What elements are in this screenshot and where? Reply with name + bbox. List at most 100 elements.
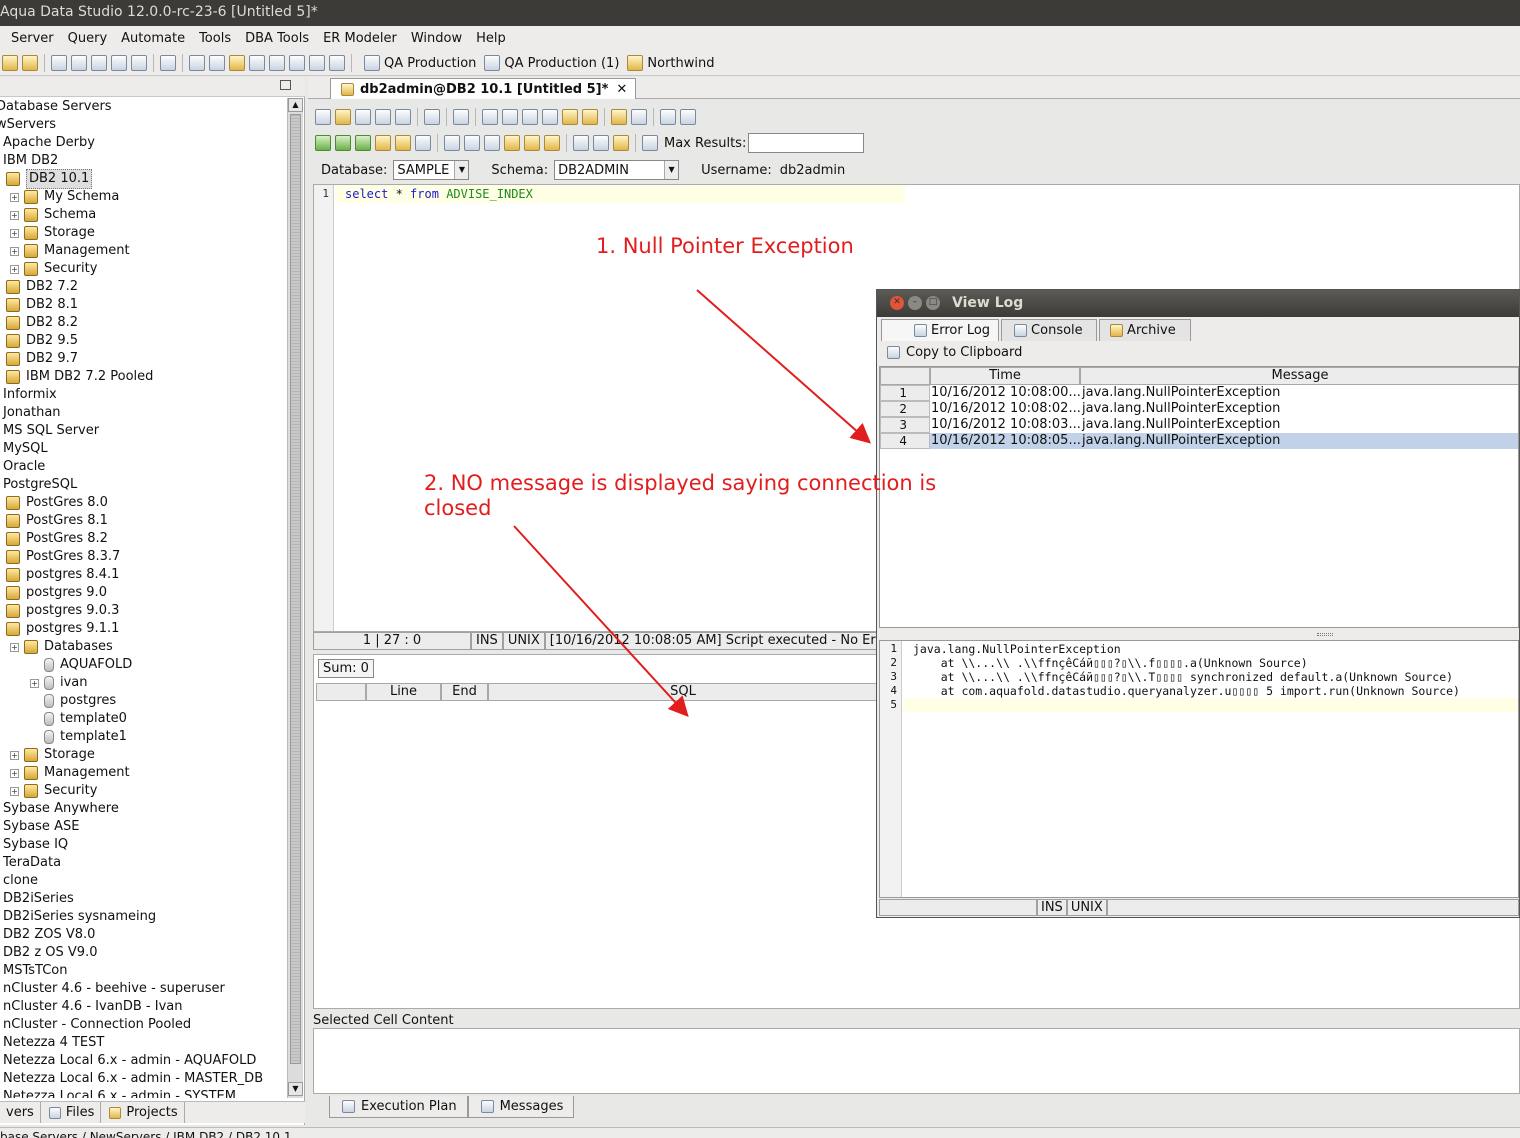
report-icon[interactable]	[329, 55, 345, 71]
tree-item[interactable]: + Security	[10, 260, 97, 278]
menu-help[interactable]: Help	[476, 31, 506, 46]
tab-console[interactable]: Console	[1001, 319, 1098, 341]
tree-item[interactable]: IBM DB2	[0, 152, 58, 170]
menu-query[interactable]: Query	[68, 31, 108, 46]
tree-item[interactable]: + ivan	[30, 674, 88, 692]
menu-window[interactable]: Window	[411, 31, 462, 46]
tree-item[interactable]: DB2 7.2	[6, 278, 78, 296]
tree-item[interactable]: nCluster - Connection Pooled	[0, 1016, 191, 1034]
save-as-icon[interactable]	[375, 109, 391, 125]
tree-item[interactable]: PostGres 8.3.7	[6, 548, 120, 566]
column-header[interactable]	[316, 683, 366, 701]
tab-archive[interactable]: Archive	[1099, 319, 1192, 341]
tree-item[interactable]: postgres 9.1.1	[6, 620, 119, 638]
close-icon[interactable]: ✕	[890, 296, 904, 310]
tree-item[interactable]: postgres 8.4.1	[6, 566, 119, 584]
close-tab-icon[interactable]: ✕	[616, 82, 627, 97]
column-header-time[interactable]: Time	[930, 367, 1080, 385]
table-row[interactable]: 3 10/16/2012 10:08:03... java.lang.NullPoi…	[880, 417, 1518, 433]
copy-to-clipboard-button[interactable]: Copy to Clipboard	[885, 345, 1022, 360]
tree-item[interactable]: Database Servers	[0, 98, 112, 116]
tree-item[interactable]: Netezza 4 TEST	[0, 1034, 104, 1052]
expand-icon[interactable]: +	[30, 678, 39, 688]
menu-er-modeler[interactable]: ER Modeler	[323, 31, 397, 46]
query-window-icon[interactable]	[51, 55, 67, 71]
layout-icon[interactable]	[189, 55, 205, 71]
cut-icon[interactable]	[502, 109, 518, 125]
tab-execution-plan[interactable]: Execution Plan	[329, 1096, 468, 1118]
register-server-icon[interactable]	[2, 55, 18, 71]
table-icon[interactable]	[249, 55, 265, 71]
expand-icon[interactable]: +	[10, 786, 19, 796]
auto-commit-icon[interactable]	[444, 135, 460, 151]
column-header-end[interactable]: End	[441, 683, 488, 701]
tab-error-log[interactable]: Error Log	[881, 319, 1000, 341]
menu-server[interactable]: Server	[11, 31, 54, 46]
menu-automate[interactable]: Automate	[121, 31, 185, 46]
tab-files[interactable]: Files	[41, 1102, 102, 1123]
tree-item[interactable]: MS SQL Server	[0, 422, 99, 440]
expand-icon[interactable]: +	[10, 768, 19, 778]
expand-icon[interactable]: +	[10, 228, 19, 238]
code-line[interactable]: select * from ADVISE_INDEX	[335, 185, 905, 203]
table-row[interactable]: 4 10/16/2012 10:08:05... java.lang.NullPoi…	[880, 433, 1518, 449]
tree-item[interactable]: IBM DB2 7.2 Pooled	[6, 368, 153, 386]
max-results-input[interactable]	[748, 133, 865, 153]
tree-item[interactable]: DB2iSeries sysnameing	[0, 908, 156, 926]
stack-trace-view[interactable]: 12345 java.lang.NullPointerException at …	[879, 640, 1519, 898]
schema-select[interactable]: DB2ADMIN ▼	[554, 160, 680, 180]
undo-icon[interactable]	[562, 109, 578, 125]
schema-icon[interactable]	[269, 55, 285, 71]
tab-projects[interactable]: Projects	[101, 1102, 185, 1123]
tree-item[interactable]: Netezza Local 6.x - admin - AQUAFOLD	[0, 1052, 256, 1070]
document-tab[interactable]: db2admin@DB2 10.1 [Untitled 5]* ✕	[330, 78, 637, 99]
replace-icon[interactable]	[631, 109, 647, 125]
save-all-icon[interactable]	[131, 55, 147, 71]
tree-item[interactable]: Netezza Local 6.x - admin - SYSTEM	[0, 1088, 236, 1098]
minimize-icon[interactable]: –	[908, 296, 922, 310]
scroll-up-icon[interactable]: ▲	[288, 98, 303, 112]
form-icon[interactable]	[289, 55, 305, 71]
tree-item[interactable]: DB2 9.7	[6, 350, 78, 368]
tree-item[interactable]: DB2 z OS V9.0	[0, 944, 97, 962]
scroll-down-icon[interactable]: ▼	[288, 1082, 303, 1096]
parameters-icon[interactable]	[642, 135, 658, 151]
explain-icon[interactable]	[504, 135, 520, 151]
expand-icon[interactable]: +	[10, 246, 19, 256]
tree-item[interactable]: DB2iSeries	[0, 890, 74, 908]
tree-scrollbar[interactable]: ▲ ▼	[287, 98, 303, 1098]
copy-icon[interactable]	[522, 109, 538, 125]
rollback-icon[interactable]	[484, 135, 500, 151]
edit-server-icon[interactable]	[22, 55, 38, 71]
query-window-new-icon[interactable]	[71, 55, 87, 71]
tree-item[interactable]: PostGres 8.2	[6, 530, 108, 548]
tree-item[interactable]: MSTsTCon	[0, 962, 67, 980]
compare-icon[interactable]	[111, 55, 127, 71]
tree-item[interactable]: clone	[0, 872, 38, 890]
tree-item[interactable]: AQUAFOLD	[30, 656, 132, 674]
scroll-thumb[interactable]	[290, 114, 301, 1064]
menu-dba-tools[interactable]: DBA Tools	[245, 31, 309, 46]
tree-item[interactable]: DB2 9.5	[6, 332, 78, 350]
tree-item[interactable]: postgres 9.0.3	[6, 602, 119, 620]
table-row[interactable]: 1 10/16/2012 10:08:00... java.lang.NullPoi…	[880, 385, 1518, 401]
diagram-icon[interactable]	[309, 55, 325, 71]
text-results-icon[interactable]	[593, 135, 609, 151]
tree-item[interactable]: PostgreSQL	[0, 476, 77, 494]
connection-qa-production-1[interactable]: QA Production (1)	[482, 55, 619, 71]
find-icon[interactable]	[611, 109, 627, 125]
maximize-icon[interactable]: □	[926, 296, 940, 310]
execute-icon[interactable]	[335, 135, 351, 151]
tree-item[interactable]: Oracle	[0, 458, 45, 476]
save-icon[interactable]	[355, 109, 371, 125]
tree-item[interactable]: PostGres 8.0	[6, 494, 108, 512]
tree-item[interactable]: Sybase IQ	[0, 836, 68, 854]
history-icon[interactable]	[524, 135, 540, 151]
paste-icon[interactable]	[542, 109, 558, 125]
restore-icon[interactable]	[280, 80, 291, 90]
selected-cell-content[interactable]	[313, 1028, 1520, 1094]
script-icon[interactable]	[160, 55, 176, 71]
tree-item[interactable]: + Security	[10, 782, 97, 800]
expand-icon[interactable]: +	[10, 192, 19, 202]
new-file-icon[interactable]	[315, 109, 331, 125]
